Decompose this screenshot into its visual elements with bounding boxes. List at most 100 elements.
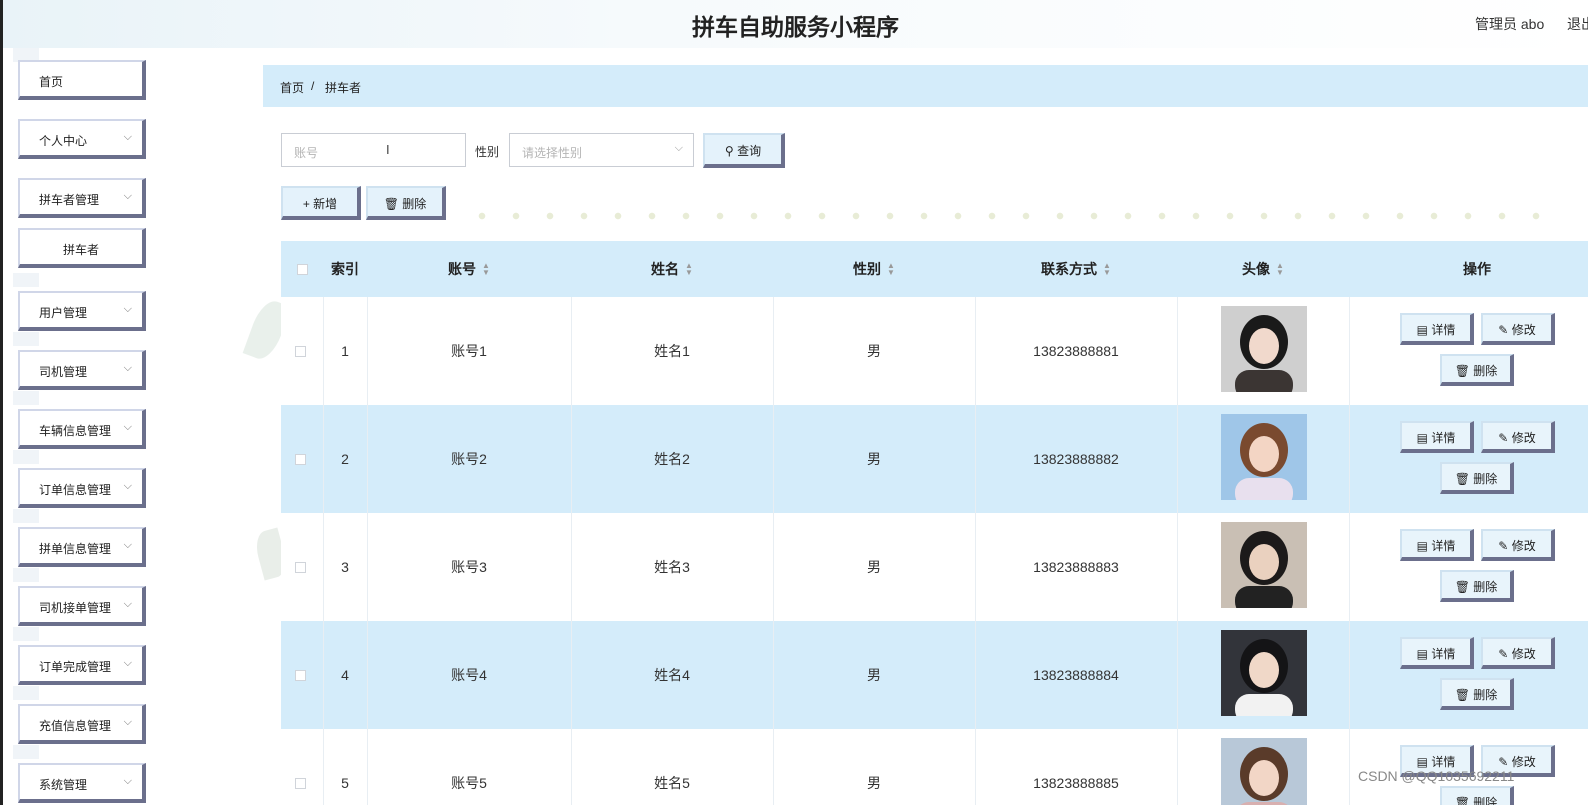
cell-account: 账号4 xyxy=(451,667,487,683)
detail-button[interactable]: ▤ 详情 xyxy=(1400,313,1474,345)
sort-icon[interactable]: ▲ ▼ xyxy=(887,262,895,277)
add-button[interactable]: + 新增 xyxy=(281,186,361,220)
select-all-checkbox[interactable] xyxy=(297,264,308,275)
add-label: 新增 xyxy=(313,197,338,211)
sidebar-item[interactable]: 个人中心 ⌵ xyxy=(18,119,146,159)
header-name-label: 姓名 xyxy=(651,261,680,277)
sidebar-item-label: 司机管理 xyxy=(39,365,88,379)
breadcrumb-home[interactable]: 首页 xyxy=(280,79,304,96)
edit-label: 修改 xyxy=(1511,647,1536,661)
sidebar-item[interactable]: 充值信息管理 ⌵ xyxy=(18,704,146,744)
edit-button[interactable]: ✎ 修改 xyxy=(1481,637,1555,669)
cell-account: 账号1 xyxy=(451,343,487,359)
sidebar-item-label: 系统管理 xyxy=(39,778,88,792)
query-label: 查询 xyxy=(737,144,762,158)
account-search-input[interactable]: 账号 I xyxy=(281,133,466,167)
chevron-down-icon: ⌵ xyxy=(674,142,683,154)
header-account[interactable]: 账号 ▲ ▼ xyxy=(367,241,571,297)
chevron-down-icon: ⌵ xyxy=(123,303,132,315)
chevron-down-icon: ⌵ xyxy=(123,539,132,551)
cell-name: 姓名5 xyxy=(654,775,690,791)
detail-button[interactable]: ▤ 详情 xyxy=(1400,637,1474,669)
sort-icon[interactable]: ▲ ▼ xyxy=(482,262,490,277)
document-icon: ▤ xyxy=(1416,755,1428,769)
sidebar-item-label: 拼车者管理 xyxy=(39,193,100,207)
sidebar-item[interactable]: 司机接单管理 ⌵ xyxy=(18,586,146,626)
menu-tab-decoration xyxy=(13,332,39,346)
edit-button[interactable]: ✎ 修改 xyxy=(1481,529,1555,561)
cell-account: 账号2 xyxy=(451,451,487,467)
sidebar-item-label: 订单信息管理 xyxy=(39,483,112,497)
cell-index: 2 xyxy=(341,451,349,467)
sort-icon[interactable]: ▲ ▼ xyxy=(1276,262,1284,277)
sidebar-item[interactable]: 用户管理 ⌵ xyxy=(18,291,146,331)
sidebar-item[interactable]: 系统管理 ⌵ xyxy=(18,763,146,803)
sort-icon[interactable]: ▲ ▼ xyxy=(685,262,693,277)
cell-contact: 13823888883 xyxy=(1033,559,1119,575)
column-divider xyxy=(1349,621,1350,729)
column-divider xyxy=(1349,729,1350,805)
cell-gender: 男 xyxy=(867,451,881,467)
column-divider xyxy=(1177,513,1178,621)
sidebar-item-label: 拼单信息管理 xyxy=(39,542,112,556)
row-delete-button[interactable]: 🗑 删除 xyxy=(1440,570,1514,602)
row-checkbox[interactable] xyxy=(295,670,306,681)
pencil-icon: ✎ xyxy=(1498,323,1509,337)
edit-label: 修改 xyxy=(1511,539,1536,553)
sidebar-item[interactable]: 订单完成管理 ⌵ xyxy=(18,645,146,685)
column-divider xyxy=(323,621,324,729)
detail-button[interactable]: ▤ 详情 xyxy=(1400,529,1474,561)
sidebar-item[interactable]: 拼车者 xyxy=(18,228,146,268)
pencil-icon: ✎ xyxy=(1498,539,1509,553)
table-header: 索引 账号 ▲ ▼ 姓名 ▲ ▼ 性别 ▲ ▼ 联系方式 ▲ ▼ 头像 ▲ ▼ 操作 xyxy=(281,241,1588,297)
sidebar-item[interactable]: 司机管理 ⌵ xyxy=(18,350,146,390)
document-icon: ▤ xyxy=(1416,323,1428,337)
query-button[interactable]: ⚲ 查询 xyxy=(703,133,785,168)
gender-select[interactable]: 请选择性别 ⌵ xyxy=(509,133,694,167)
column-divider xyxy=(323,405,324,513)
batch-delete-button[interactable]: 🗑 删除 xyxy=(366,186,446,220)
trash-icon: 🗑 xyxy=(1454,472,1470,486)
sidebar-item-label: 充值信息管理 xyxy=(39,719,112,733)
header-contact[interactable]: 联系方式 ▲ ▼ xyxy=(975,241,1177,297)
detail-label: 详情 xyxy=(1431,431,1456,445)
cell-contact: 13823888885 xyxy=(1033,775,1119,791)
sidebar-item[interactable]: 拼单信息管理 ⌵ xyxy=(18,527,146,567)
row-delete-button[interactable]: 🗑 删除 xyxy=(1440,678,1514,710)
row-checkbox[interactable] xyxy=(295,778,306,789)
menu-tab-decoration xyxy=(13,273,39,287)
row-checkbox[interactable] xyxy=(295,454,306,465)
sidebar-item-label: 车辆信息管理 xyxy=(39,424,112,438)
edit-button[interactable]: ✎ 修改 xyxy=(1481,313,1555,345)
detail-button[interactable]: ▤ 详情 xyxy=(1400,421,1474,453)
user-name[interactable]: 管理员 abo xyxy=(1475,14,1544,34)
sidebar-item-label: 用户管理 xyxy=(39,306,88,320)
pencil-icon: ✎ xyxy=(1498,647,1509,661)
row-checkbox[interactable] xyxy=(295,346,306,357)
trash-icon: 🗑 xyxy=(1454,364,1470,378)
header-name[interactable]: 姓名 ▲ ▼ xyxy=(571,241,773,297)
header-avatar[interactable]: 头像 ▲ ▼ xyxy=(1177,241,1349,297)
cell-gender: 男 xyxy=(867,775,881,791)
sort-icon[interactable]: ▲ ▼ xyxy=(1103,262,1111,277)
header-gender[interactable]: 性别 ▲ ▼ xyxy=(773,241,975,297)
edit-button[interactable]: ✎ 修改 xyxy=(1481,421,1555,453)
cell-index: 4 xyxy=(341,667,349,683)
cell-account: 账号3 xyxy=(451,559,487,575)
logout-link[interactable]: 退出 xyxy=(1567,14,1588,34)
gender-label: 性别 xyxy=(475,145,500,159)
row-delete-button[interactable]: 🗑 删除 xyxy=(1440,786,1514,805)
app-title: 拼车自助服务小程序 xyxy=(692,15,899,41)
row-delete-button[interactable]: 🗑 删除 xyxy=(1440,462,1514,494)
row-checkbox[interactable] xyxy=(295,562,306,573)
document-icon: ▤ xyxy=(1416,647,1428,661)
sidebar-item-label: 个人中心 xyxy=(39,134,88,148)
table-row: 5 账号5 姓名5 男 13823888885 ▤ 详情 ✎ 修改 🗑 删除 xyxy=(281,729,1588,805)
sidebar-item[interactable]: 首页 xyxy=(18,60,146,100)
avatar-image xyxy=(1221,306,1307,392)
sidebar-item[interactable]: 订单信息管理 ⌵ xyxy=(18,468,146,508)
sidebar-item[interactable]: 拼车者管理 ⌵ xyxy=(18,178,146,218)
row-delete-button[interactable]: 🗑 删除 xyxy=(1440,354,1514,386)
header-avatar-label: 头像 xyxy=(1242,261,1271,277)
sidebar-item[interactable]: 车辆信息管理 ⌵ xyxy=(18,409,146,449)
